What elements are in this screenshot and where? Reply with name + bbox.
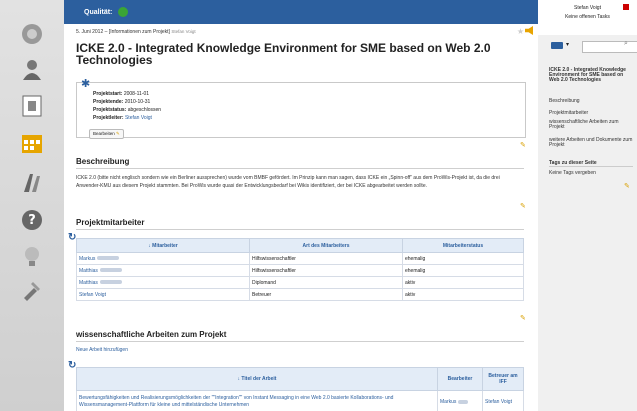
mitarbeiter-link[interactable]: Matthias: [76, 276, 250, 289]
project-info-box: ✱ Projektstart: 2008-11-01 Projektende: …: [76, 78, 526, 139]
toc-item[interactable]: wissenschaftliche Arbeiten zum Projekt: [549, 120, 633, 130]
projektstatus-value: abgeschlossen: [127, 107, 162, 113]
betreuer-link[interactable]: Stefan Voigt: [482, 390, 524, 411]
table-row: Matthias Hilfswissenschaftler ehemalig: [76, 264, 524, 277]
smiley-icon: [118, 7, 129, 17]
projektstart-label: Projektstart:: [93, 91, 123, 97]
chevron-down-icon[interactable]: ▾: [566, 41, 569, 48]
main-content: Qualität: 5. Juni 2012 – [Informationen …: [64, 0, 538, 411]
tasks-status[interactable]: Keine offenen Tasks: [538, 11, 637, 20]
gear-icon[interactable]: ✱: [81, 77, 90, 90]
art-cell: Hilfswissenschaftler: [249, 264, 403, 277]
column-header[interactable]: ↓ Mitarbeiter: [76, 238, 250, 253]
status-cell: aktiv: [402, 276, 524, 289]
section-heading-arbeiten: wissenschaftliche Arbeiten zum Projekt: [76, 330, 524, 342]
page-title: ICKE 2.0 - Integrated Knowledge Environm…: [76, 41, 491, 67]
bearbeiter-link[interactable]: Markus: [437, 390, 483, 411]
projektleiter-link[interactable]: Stefan Voigt: [125, 115, 152, 121]
toc-item[interactable]: Projektmitarbeiter: [549, 110, 633, 116]
tags-heading: Tags zu dieser Seite: [549, 160, 633, 167]
page-meta: 5. Juni 2012 – [Informationen zum Projek…: [76, 29, 196, 35]
star-icon[interactable]: ★: [517, 27, 524, 36]
art-cell: Betreuer: [249, 288, 403, 301]
edit-label: Bearbeiten: [93, 131, 115, 136]
language-flag-icon[interactable]: [551, 42, 563, 49]
mitarbeiter-table: ↓ Mitarbeiter Art des Mitarbeiters Mitar…: [76, 238, 524, 301]
right-sidebar: Stefan Voigt Keine offenen Tasks ▾ ⌕ ICK…: [538, 0, 637, 411]
page-source: Stefan Voigt: [171, 29, 196, 34]
arbeit-title-link[interactable]: Bewertungsfähigkeiten und Realisierungsm…: [76, 390, 438, 411]
toc-item[interactable]: weitere Arbeiten und Dokumente zum Proje…: [549, 138, 633, 148]
art-cell: Diplomand: [249, 276, 403, 289]
table-header-row: ↓ Titel der Arbeit Bearbeiter Betreuer a…: [76, 367, 524, 391]
pencil-icon: ✎: [116, 131, 120, 136]
column-header[interactable]: Bearbeiter: [437, 367, 483, 391]
arbeiten-table: ↓ Titel der Arbeit Bearbeiter Betreuer a…: [76, 367, 524, 411]
beschreibung-text: ICKE 2.0 (bitte nicht englisch sondern w…: [76, 175, 500, 189]
table-row: Stefan Voigt Betreuer aktiv: [76, 288, 524, 301]
speaker-icon[interactable]: [525, 26, 533, 35]
quality-label: Qualität:: [84, 8, 113, 16]
projektende-value: 2010-10-31: [124, 99, 151, 105]
search-input[interactable]: [582, 41, 637, 53]
quality-bar: Qualität:: [64, 0, 538, 24]
logout-icon[interactable]: [623, 4, 629, 10]
status-cell: ehemalig: [402, 252, 524, 265]
projektende-label: Projektende:: [93, 99, 124, 105]
mitarbeiter-link[interactable]: Markus: [76, 252, 250, 265]
status-cell: ehemalig: [402, 264, 524, 277]
edit-pencil-icon[interactable]: ✎: [520, 202, 527, 210]
new-arbeit-link[interactable]: Neue Arbeit hinzufügen: [76, 347, 128, 353]
people-icon[interactable]: [17, 168, 47, 196]
table-row: Markus Hilfswissenschaftler ehemalig: [76, 252, 524, 265]
page-date: 5. Juni 2012 – [Informationen zum Projek…: [76, 29, 170, 35]
edit-button[interactable]: Bearbeiten ✎: [89, 129, 124, 139]
column-header[interactable]: Betreuer am IFF: [482, 367, 524, 391]
tags-value: Keine Tags vergeben: [549, 170, 596, 176]
table-header-row: ↓ Mitarbeiter Art des Mitarbeiters Mitar…: [76, 238, 524, 253]
file-icon[interactable]: [17, 92, 47, 120]
svg-text:?: ?: [28, 213, 36, 228]
projektleiter-label: Projektleiter:: [93, 115, 124, 121]
column-header[interactable]: Mitarbeiterstatus: [402, 238, 524, 253]
edit-pencil-icon[interactable]: ✎: [624, 182, 631, 190]
tools-icon[interactable]: [17, 276, 47, 304]
mitarbeiter-link[interactable]: Stefan Voigt: [76, 288, 250, 301]
section-heading-beschreibung: Beschreibung: [76, 157, 524, 169]
column-header[interactable]: Art des Mitarbeiters: [249, 238, 403, 253]
projektstart-value: 2008-11-01: [123, 91, 150, 97]
toc-item[interactable]: Beschreibung: [549, 98, 633, 104]
table-row: Matthias Diplomand aktiv: [76, 276, 524, 289]
calendar-icon[interactable]: [17, 130, 47, 158]
mitarbeiter-link[interactable]: Matthias: [76, 264, 250, 277]
project-info: Projektstart: 2008-11-01 Projektende: 20…: [93, 90, 161, 122]
status-cell: aktiv: [402, 288, 524, 301]
edit-pencil-icon[interactable]: ✎: [520, 141, 527, 149]
settings-icon[interactable]: [17, 20, 47, 48]
column-header[interactable]: ↓ Titel der Arbeit: [76, 367, 438, 391]
lamp-icon[interactable]: [17, 242, 47, 270]
left-navigation-bar: ?: [0, 0, 64, 411]
search-icon[interactable]: ⌕: [624, 40, 628, 48]
table-row: Bewertungsfähigkeiten und Realisierungsm…: [76, 390, 524, 411]
help-icon[interactable]: ?: [17, 206, 47, 234]
art-cell: Hilfswissenschaftler: [249, 252, 403, 265]
projektstatus-label: Projektstatus:: [93, 107, 127, 113]
toc-title: ICKE 2.0 - Integrated Knowledge Environm…: [549, 67, 626, 83]
user-icon[interactable]: [17, 56, 47, 84]
edit-pencil-icon[interactable]: ✎: [520, 314, 527, 322]
section-heading-mitarbeiter: Projektmitarbeiter: [76, 218, 524, 230]
